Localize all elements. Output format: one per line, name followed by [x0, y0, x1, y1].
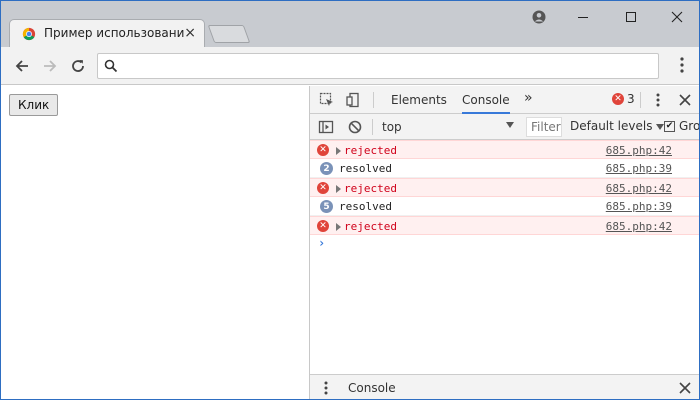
minimize-icon[interactable] [571, 7, 595, 27]
tab-console[interactable]: Console [462, 93, 510, 114]
message-text: rejected [344, 220, 397, 233]
separator [640, 92, 641, 108]
source-link[interactable]: 685.php:39 [606, 200, 672, 213]
repeat-count-badge: 5 [320, 200, 333, 213]
source-link[interactable]: 685.php:42 [606, 220, 672, 233]
group-similar-checkbox[interactable]: ✔ Gro [664, 119, 700, 133]
console-filter-bar: top Filter Default levels ✔ Gro [310, 114, 700, 140]
prompt-chevron-icon: › [318, 236, 326, 250]
context-value: top [382, 120, 402, 134]
new-tab-button[interactable] [207, 25, 251, 43]
browser-window: Пример использования × Клик Elements Con… [0, 0, 700, 400]
devtools-close-icon[interactable] [677, 92, 693, 108]
console-output: ✕ rejected 685.php:42 2 resolved 685.php… [310, 140, 699, 254]
chevron-down-icon [506, 122, 514, 128]
tab-title: Пример использования [44, 26, 184, 40]
chrome-favicon-icon [22, 27, 36, 41]
tab-close-icon[interactable]: × [184, 25, 196, 41]
inspect-element-icon[interactable] [319, 92, 335, 108]
profile-icon[interactable] [527, 7, 551, 27]
reload-icon[interactable] [67, 55, 89, 77]
search-icon [104, 59, 118, 73]
devtools-panel: Elements Console » ✕ 3 top Filter Defaul… [309, 86, 700, 399]
device-toolbar-icon[interactable] [345, 92, 361, 108]
error-icon: ✕ [317, 182, 329, 194]
error-count-badge[interactable]: ✕ 3 [612, 92, 635, 106]
error-count: 3 [627, 92, 635, 106]
group-label: Gro [679, 119, 700, 133]
browser-menu-icon[interactable] [679, 56, 685, 74]
tab-elements[interactable]: Elements [391, 93, 447, 107]
back-arrow-icon[interactable] [11, 55, 33, 77]
console-message: ✕ rejected 685.php:42 [310, 178, 699, 197]
checkbox-checked-icon: ✔ [664, 120, 675, 132]
expand-arrow-icon[interactable] [336, 223, 341, 231]
source-link[interactable]: 685.php:39 [606, 162, 672, 175]
maximize-icon[interactable] [619, 7, 643, 27]
expand-arrow-icon[interactable] [336, 185, 341, 193]
message-text: resolved [339, 200, 392, 213]
console-message: 2 resolved 685.php:39 [310, 159, 699, 178]
browser-tab[interactable]: Пример использования × [9, 19, 205, 47]
click-button[interactable]: Клик [9, 94, 59, 116]
console-message: ✕ rejected 685.php:42 [310, 216, 699, 235]
repeat-count-badge: 2 [320, 162, 333, 175]
drawer-tab-console[interactable]: Console [348, 381, 396, 399]
drawer-menu-icon[interactable] [318, 380, 334, 396]
error-icon: ✕ [612, 93, 624, 105]
console-prompt-row[interactable]: › [310, 235, 699, 254]
close-window-icon[interactable] [665, 7, 689, 27]
browser-toolbar [1, 47, 699, 85]
message-text: resolved [339, 162, 392, 175]
console-drawer: Console [310, 374, 699, 399]
console-message: ✕ rejected 685.php:42 [310, 140, 699, 159]
error-icon: ✕ [317, 220, 329, 232]
forward-arrow-icon[interactable] [39, 55, 61, 77]
message-text: rejected [344, 144, 397, 157]
error-icon: ✕ [317, 144, 329, 156]
separator [373, 92, 374, 108]
clear-console-icon[interactable] [347, 119, 363, 135]
more-tabs-icon[interactable]: » [524, 90, 533, 106]
devtools-tabbar: Elements Console » ✕ 3 [310, 86, 699, 114]
sidebar-toggle-icon[interactable] [318, 119, 334, 135]
levels-label: Default levels [570, 119, 653, 133]
address-bar[interactable] [97, 53, 659, 79]
filter-input[interactable]: Filter [526, 117, 562, 137]
console-message: 5 resolved 685.php:39 [310, 197, 699, 216]
default-levels-dropdown[interactable]: Default levels [570, 119, 665, 133]
separator [372, 119, 373, 135]
source-link[interactable]: 685.php:42 [606, 144, 672, 157]
context-selector[interactable]: top [376, 117, 516, 137]
message-text: rejected [344, 182, 397, 195]
page-content: Клик [1, 86, 309, 399]
source-link[interactable]: 685.php:42 [606, 182, 672, 195]
expand-arrow-icon[interactable] [336, 147, 341, 155]
title-bar: Пример использования × [1, 1, 699, 47]
devtools-menu-icon[interactable] [650, 92, 666, 108]
drawer-close-icon[interactable] [677, 380, 693, 396]
